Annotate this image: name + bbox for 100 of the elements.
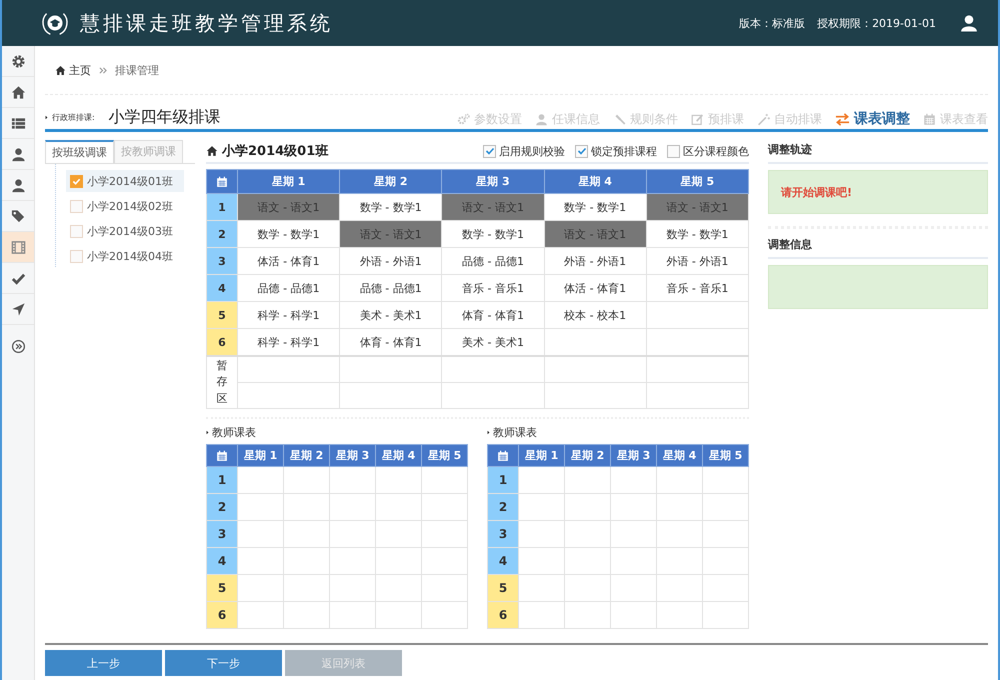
table-cell	[284, 520, 330, 548]
table-cell[interactable]	[340, 382, 442, 408]
column-header: 星期 2	[564, 444, 610, 466]
period-cell: 1	[488, 466, 518, 494]
table-cell	[238, 466, 284, 494]
breadcrumb-link[interactable]: 主页	[55, 62, 91, 78]
table-cell[interactable]: 数学 - 数学1	[646, 220, 748, 248]
table-cell[interactable]: 外语 - 外语1	[646, 248, 748, 274]
step-button[interactable]: 上一步	[45, 650, 162, 676]
table-cell	[518, 520, 564, 548]
user-icon[interactable]	[960, 14, 978, 32]
table-cell	[284, 574, 330, 602]
table-cell[interactable]	[442, 382, 544, 408]
checkbox-label[interactable]: 启用规则校验	[499, 144, 565, 158]
checkbox[interactable]	[70, 174, 83, 188]
table-cell[interactable]: 音乐 - 音乐1	[442, 274, 544, 302]
table-cell[interactable]: 品德 - 品德1	[238, 274, 340, 302]
table-cell[interactable]: 体活 - 体育1	[544, 274, 646, 302]
tree-item[interactable]: 小学2014级03班	[66, 220, 184, 242]
table-cell[interactable]: 体育 - 体育1	[442, 302, 544, 328]
table-cell[interactable]	[646, 302, 748, 328]
app-title: 慧排课走班教学管理系统	[80, 10, 333, 36]
table-cell	[238, 494, 284, 520]
table-cell	[376, 466, 422, 494]
page-title: 小学四年级排课	[108, 107, 221, 128]
table-cell	[702, 548, 748, 574]
column-header: 星期 4	[376, 444, 422, 466]
tree-item[interactable]: 小学2014级02班	[66, 195, 184, 217]
step-button[interactable]: 下一步	[165, 650, 282, 676]
table-cell	[330, 466, 376, 494]
table-cell	[330, 494, 376, 520]
column-header: 星期 3	[330, 444, 376, 466]
edit-icon	[691, 112, 704, 126]
column-header: 星期 2	[284, 444, 330, 466]
period-cell: 3	[206, 248, 238, 274]
table-cell[interactable]: 外语 - 外语1	[340, 248, 442, 274]
tree-item[interactable]: 小学2014级01班	[66, 170, 184, 192]
table-cell[interactable]	[442, 356, 544, 382]
checkbox[interactable]	[575, 144, 588, 158]
table-cell[interactable]	[544, 356, 646, 382]
period-cell: 6	[488, 602, 518, 628]
period-cell: 2	[206, 220, 238, 248]
table-cell[interactable]: 校本 - 校本1	[544, 302, 646, 328]
step-tab[interactable]: 课表调整	[835, 110, 910, 128]
user-icon	[10, 178, 26, 192]
table-cell	[330, 574, 376, 602]
checkbox[interactable]	[667, 144, 680, 158]
gear-icon	[10, 54, 26, 68]
period-cell: 5	[488, 574, 518, 602]
table-cell[interactable]: 数学 - 数学1	[238, 220, 340, 248]
table-cell	[656, 494, 702, 520]
column-header: 星期 1	[518, 444, 564, 466]
checkbox-label[interactable]: 锁定预排课程	[591, 144, 657, 158]
table-cell[interactable]: 科学 - 科学1	[238, 302, 340, 328]
table-title: 教师课表	[212, 425, 256, 440]
table-cell	[610, 520, 656, 548]
checkbox[interactable]	[483, 144, 496, 158]
table-cell[interactable]: 品德 - 品德1	[340, 274, 442, 302]
film-icon	[10, 240, 26, 254]
home-icon	[10, 84, 26, 100]
table-cell	[610, 548, 656, 574]
tab[interactable]: 按班级调课	[45, 140, 114, 163]
gears-icon	[457, 112, 470, 126]
table-cell[interactable]: 体活 - 体育1	[238, 248, 340, 274]
breadcrumb-link[interactable]: 排课管理	[115, 62, 159, 78]
table-cell[interactable]: 外语 - 外语1	[544, 248, 646, 274]
table-cell	[564, 602, 610, 628]
checkbox[interactable]	[70, 224, 83, 238]
tree-item[interactable]: 小学2014级04班	[66, 245, 184, 267]
table-cell	[610, 602, 656, 628]
column-header: 星期 5	[646, 170, 748, 194]
table-cell[interactable]: 数学 - 数学1	[442, 220, 544, 248]
period-cell: 3	[206, 520, 238, 548]
table-cell[interactable]: 品德 - 品德1	[442, 248, 544, 274]
table-cell	[330, 602, 376, 628]
checkbox[interactable]	[70, 200, 83, 212]
table-cell	[238, 574, 284, 602]
table-cell[interactable]: 美术 - 美术1	[340, 302, 442, 328]
column-header: 星期 4	[544, 170, 646, 194]
table-cell[interactable]	[646, 382, 748, 408]
table-cell	[422, 466, 468, 494]
checkbox-label[interactable]: 区分课程颜色	[683, 144, 749, 158]
checkbox[interactable]	[70, 250, 83, 262]
table-cell	[564, 548, 610, 574]
table-cell[interactable]	[340, 356, 442, 382]
period-cell: 5	[206, 302, 238, 328]
hint-text: 请开始调课吧!	[781, 184, 852, 200]
table-cell	[422, 574, 468, 602]
table-cell	[422, 520, 468, 548]
sidebar-item[interactable]	[2, 232, 34, 263]
table-cell[interactable]	[238, 382, 340, 408]
home-icon	[206, 145, 218, 157]
period-cell: 1	[206, 466, 238, 494]
table-cell[interactable]: 音乐 - 音乐1	[646, 274, 748, 302]
period-cell: 6	[206, 602, 238, 628]
calendar-icon	[497, 450, 509, 462]
table-cell[interactable]	[544, 382, 646, 408]
table-cell[interactable]	[646, 356, 748, 382]
table-cell	[238, 602, 284, 628]
table-cell[interactable]	[238, 356, 340, 382]
